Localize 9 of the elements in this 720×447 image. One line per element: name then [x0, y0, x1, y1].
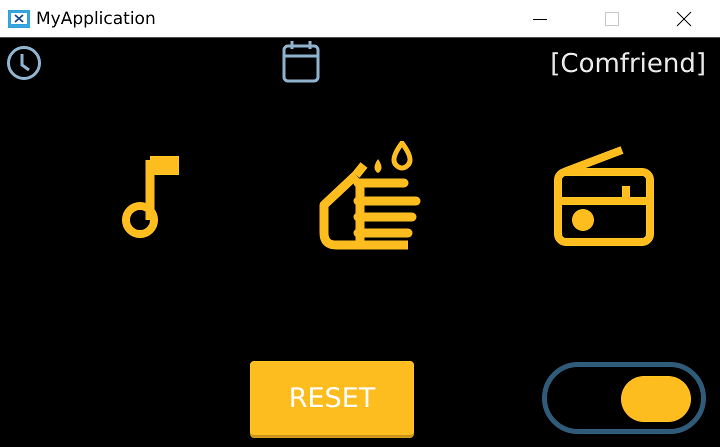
- toggle-switch[interactable]: [542, 362, 706, 434]
- clock-icon[interactable]: [6, 45, 42, 81]
- window-title: MyApplication: [36, 8, 156, 28]
- header-label: [Comfriend]: [550, 49, 706, 79]
- calendar-icon[interactable]: [282, 41, 320, 83]
- radio-icon[interactable]: [554, 146, 654, 246]
- reset-button[interactable]: RESET: [250, 361, 414, 435]
- app-icon: [8, 10, 30, 28]
- close-icon[interactable]: [676, 10, 692, 26]
